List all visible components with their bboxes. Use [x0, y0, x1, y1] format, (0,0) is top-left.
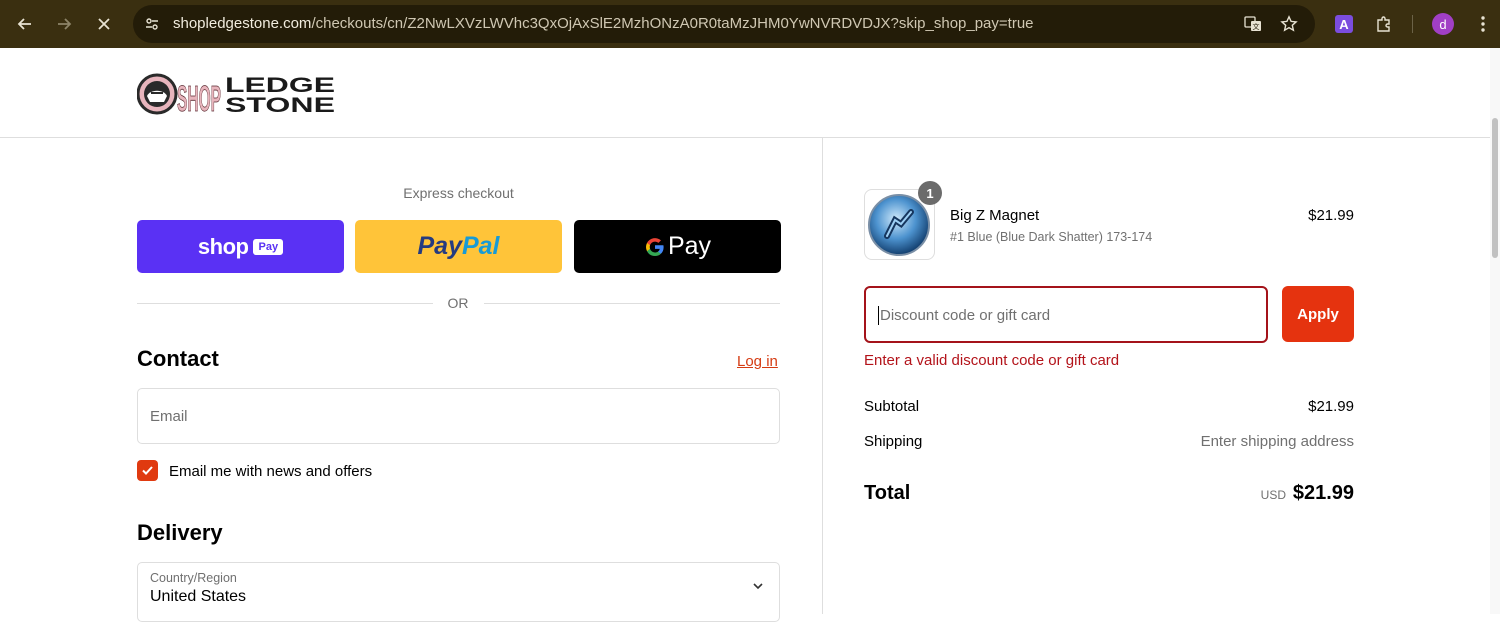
or-divider-right	[484, 303, 780, 304]
chevron-down-icon	[753, 583, 763, 590]
subtotal-value: $21.99	[1308, 398, 1354, 415]
total-currency: USD	[1260, 488, 1286, 502]
product-price: $21.99	[1308, 207, 1354, 224]
page-scrollbar[interactable]	[1490, 48, 1500, 614]
stop-loading-icon[interactable]	[92, 12, 116, 36]
text-caret	[878, 306, 879, 325]
shop-pay-tag: Pay	[253, 238, 284, 255]
store-header: SHOP LEDGE STONE	[0, 48, 1490, 138]
google-pay-wordmark: Pay	[644, 232, 711, 261]
logo-stone-text: STONE	[225, 94, 335, 116]
extension-letter: A	[1335, 15, 1353, 33]
total-value: $21.99	[1292, 482, 1354, 504]
product-name: Big Z Magnet	[950, 207, 1040, 224]
translate-icon[interactable]: 文	[1243, 14, 1263, 34]
logo-shop-text: SHOP	[177, 78, 221, 116]
toolbar-divider	[1412, 15, 1413, 33]
puzzle-icon[interactable]	[1373, 13, 1395, 35]
google-g-icon	[645, 237, 664, 256]
shipping-value: Enter shipping address	[1200, 433, 1354, 450]
bookmark-star-icon[interactable]	[1279, 14, 1299, 34]
delivery-heading: Delivery	[137, 520, 223, 545]
scroll-thumb[interactable]	[1492, 118, 1498, 258]
more-menu-icon[interactable]	[1472, 13, 1494, 35]
discount-error-message: Enter a valid discount code or gift card	[864, 352, 1120, 369]
paypal-button[interactable]: PayPal	[355, 220, 562, 273]
extension-icon[interactable]: A	[1333, 13, 1355, 35]
google-pay-button[interactable]: Pay	[574, 220, 781, 273]
site-settings-icon[interactable]	[142, 14, 162, 34]
discount-code-input[interactable]: Discount code or gift card	[864, 286, 1268, 343]
newsletter-checkbox[interactable]	[137, 460, 158, 481]
subtotal-label: Subtotal	[864, 398, 920, 415]
country-value: United States	[150, 588, 247, 605]
newsletter-label: Email me with news and offers	[169, 463, 373, 480]
shop-pay-button[interactable]: shop Pay	[137, 220, 344, 273]
email-placeholder: Email	[150, 408, 188, 425]
browser-toolbar: shopledgestone.com/checkouts/cn/Z2NwLXVz…	[0, 0, 1500, 48]
profile-avatar[interactable]: d	[1432, 13, 1454, 35]
address-bar[interactable]: shopledgestone.com/checkouts/cn/Z2NwLXVz…	[133, 5, 1315, 43]
email-field[interactable]: Email	[137, 388, 780, 444]
checkmark-icon	[142, 466, 153, 475]
apply-discount-button[interactable]: Apply	[1282, 286, 1354, 342]
url-text[interactable]: shopledgestone.com/checkouts/cn/Z2NwLXVz…	[173, 15, 1034, 32]
column-divider	[822, 138, 823, 614]
discount-placeholder: Discount code or gift card	[880, 307, 1051, 324]
or-divider-text: OR	[447, 295, 469, 311]
express-checkout-title: Express checkout	[403, 185, 514, 201]
google-pay-label: Pay	[667, 232, 712, 260]
or-divider-left	[137, 303, 433, 304]
quantity-badge: 1	[918, 181, 942, 205]
product-variant: #1 Blue (Blue Dark Shatter) 173-174	[950, 230, 1153, 244]
svg-text:文: 文	[1253, 22, 1260, 31]
paypal-wordmark: PayPal	[417, 232, 500, 260]
shipping-label: Shipping	[864, 433, 923, 450]
shop-pay-wordmark: shop	[197, 233, 249, 259]
total-label: Total	[864, 482, 911, 504]
country-label: Country/Region	[150, 571, 237, 585]
forward-arrow-icon[interactable]	[52, 12, 76, 36]
back-arrow-icon[interactable]	[13, 12, 37, 36]
store-logo[interactable]: SHOP LEDGE STONE	[137, 72, 337, 116]
log-in-link[interactable]: Log in	[737, 353, 778, 370]
contact-heading: Contact	[137, 346, 219, 371]
country-select[interactable]: Country/Region United States	[137, 562, 780, 622]
